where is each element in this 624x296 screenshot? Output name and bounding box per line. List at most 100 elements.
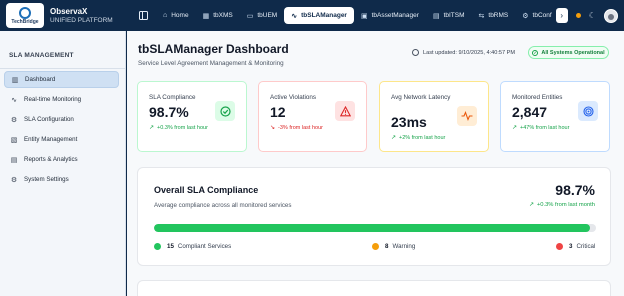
app-subtitle: UNIFIED PLATFORM xyxy=(50,16,113,24)
sidebar-item-reports-analytics[interactable]: ▤ Reports & Analytics xyxy=(4,151,119,168)
last-updated-text: Last updated: 9/10/2025, 4:40:57 PM xyxy=(423,49,516,56)
app-name: ObservaX xyxy=(50,6,88,16)
tab-label: tbRMS xyxy=(488,12,509,19)
card-label: Monitored Entities xyxy=(512,94,563,101)
red-dot-icon xyxy=(556,243,563,250)
remote-icon: ⇆ xyxy=(478,12,485,20)
tab-label: tbSLAManager xyxy=(301,12,347,19)
monitored-entities-card: Monitored Entities 2,847 ↗ +47% from las… xyxy=(500,81,610,152)
overall-value: 98.7% xyxy=(555,182,595,198)
tab-label: tbXMS xyxy=(213,12,233,19)
target-icon xyxy=(578,101,598,121)
sidebar-item-label: Reports & Analytics xyxy=(24,156,78,163)
trend-down-icon: ↘ xyxy=(270,125,276,131)
panel-title: Overall SLA Compliance xyxy=(154,185,259,195)
sidebar-item-label: Entity Management xyxy=(24,136,78,143)
legend-count: 3 xyxy=(569,243,573,250)
status-badge: ✓ All Systems Operational xyxy=(528,46,609,59)
tab-label: tbAssetManager xyxy=(371,12,419,19)
card-label: Active Violations xyxy=(270,94,317,101)
entity-icon: ▧ xyxy=(10,136,18,144)
tab-label: tbConf xyxy=(532,12,552,19)
gear-icon: ⚙ xyxy=(522,12,529,20)
device-icon: ▭ xyxy=(246,12,254,20)
legend-label: Warning xyxy=(392,243,416,250)
next-panel xyxy=(137,280,611,296)
logo-text: TechBridge xyxy=(11,18,39,25)
tab-tbuem[interactable]: ▭ tbUEM xyxy=(240,7,285,24)
sidebar-item-label: System Settings xyxy=(24,176,69,183)
sidebar-item-label: Real-time Monitoring xyxy=(24,96,82,103)
sidebar-item-sla-configuration[interactable]: ⚙ SLA Configuration xyxy=(4,111,119,128)
legend-count: 15 xyxy=(167,243,174,250)
sidebar-item-entity-management[interactable]: ▧ Entity Management xyxy=(4,131,119,148)
notification-dot xyxy=(575,13,581,18)
compliance-progress-bar xyxy=(154,224,596,232)
ticket-icon: ▤ xyxy=(432,12,440,20)
card-trend: ↗ +0.3% from last hour xyxy=(149,124,208,132)
sidebar-heading: SLA MANAGEMENT xyxy=(9,52,74,59)
check-circle-icon xyxy=(215,101,235,121)
sidebar-toggle-button[interactable] xyxy=(136,9,150,23)
legend-compliant: 15 Compliant Services xyxy=(154,243,231,250)
legend-count: 8 xyxy=(385,243,389,250)
brand[interactable]: TechBridge ObservaX UNIFIED PLATFORM xyxy=(0,0,126,31)
tab-tbassetmanager[interactable]: ▣ tbAssetManager xyxy=(354,7,426,24)
page-subtitle: Service Level Agreement Management & Mon… xyxy=(138,60,284,67)
sidebar-item-real-time-monitoring[interactable]: ∿ Real-time Monitoring xyxy=(4,91,119,108)
card-trend-text: -3% from last hour xyxy=(278,124,323,131)
card-value: 2,847 xyxy=(512,104,548,120)
logo: TechBridge xyxy=(6,3,44,28)
sidebar: SLA MANAGEMENT ▥ Dashboard ∿ Real-time M… xyxy=(0,31,126,296)
card-value: 23ms xyxy=(391,114,427,130)
progress-fill xyxy=(154,224,591,232)
overall-trend: ↗ +0.3% from last month xyxy=(529,202,595,208)
chevron-right-icon: › xyxy=(560,11,564,20)
tab-tbslamanager[interactable]: ∿ tbSLAManager xyxy=(284,7,354,24)
card-value: 12 xyxy=(270,104,286,120)
warning-icon xyxy=(335,101,355,121)
card-trend: ↗ +2% from last hour xyxy=(391,134,446,142)
card-trend-text: +2% from last hour xyxy=(399,134,446,141)
amber-dot-icon xyxy=(372,243,379,250)
box-icon: ▣ xyxy=(360,12,368,20)
sidebar-item-system-settings[interactable]: ⚙ System Settings xyxy=(4,171,119,188)
card-label: SLA Compliance xyxy=(149,94,196,101)
pulse-icon: ∿ xyxy=(11,96,17,104)
tab-home[interactable]: ⌂ Home xyxy=(156,7,196,24)
check-icon: ✓ xyxy=(532,49,539,56)
pulse-icon xyxy=(457,106,477,126)
tab-tbconf[interactable]: ⚙ tbConf xyxy=(515,7,553,24)
trend-up-icon: ↗ xyxy=(512,125,518,131)
card-trend-text: +47% from last hour xyxy=(520,124,570,131)
legend-warning: 8 Warning xyxy=(372,243,415,250)
card-trend: ↗ +47% from last hour xyxy=(512,124,570,132)
status-badge-text: All Systems Operational xyxy=(541,49,605,56)
gear-icon: ⚙ xyxy=(10,176,18,184)
user-avatar[interactable] xyxy=(603,8,618,23)
divider xyxy=(0,68,125,69)
gear-icon: ⚙ xyxy=(10,116,18,124)
sidebar-item-label: SLA Configuration xyxy=(24,116,74,123)
trend-up-icon: ↗ xyxy=(391,135,397,141)
home-icon: ⌂ xyxy=(163,12,168,19)
sidebar-item-dashboard[interactable]: ▥ Dashboard xyxy=(4,71,119,88)
active-violations-card: Active Violations 12 ↘ -3% from last hou… xyxy=(258,81,367,152)
document-icon: ▤ xyxy=(10,156,18,164)
tab-scroll-right-button[interactable]: › xyxy=(555,8,568,23)
panel-icon xyxy=(138,11,148,20)
trend-up-icon: ↗ xyxy=(149,125,155,131)
avg-network-latency-card: Avg Network Latency 23ms ↗ +2% from last… xyxy=(379,81,489,152)
overall-sla-compliance-panel: Overall SLA Compliance Average complianc… xyxy=(137,167,611,266)
tab-tbxms[interactable]: ▦ tbXMS xyxy=(196,7,240,24)
dark-mode-toggle-icon[interactable]: ☾ xyxy=(589,11,596,20)
tab-tbrms[interactable]: ⇆ tbRMS xyxy=(472,7,516,24)
sla-compliance-card: SLA Compliance 98.7% ↗ +0.3% from last h… xyxy=(137,81,247,152)
pulse-icon: ∿ xyxy=(291,12,298,20)
tab-tbitsm[interactable]: ▤ tbITSM xyxy=(426,7,472,24)
card-trend: ↘ -3% from last hour xyxy=(270,124,323,132)
overall-trend-text: +0.3% from last month xyxy=(536,202,595,208)
dashboard-icon: ▥ xyxy=(11,76,19,84)
legend-label: Critical xyxy=(576,243,596,250)
card-value: 98.7% xyxy=(149,104,189,120)
